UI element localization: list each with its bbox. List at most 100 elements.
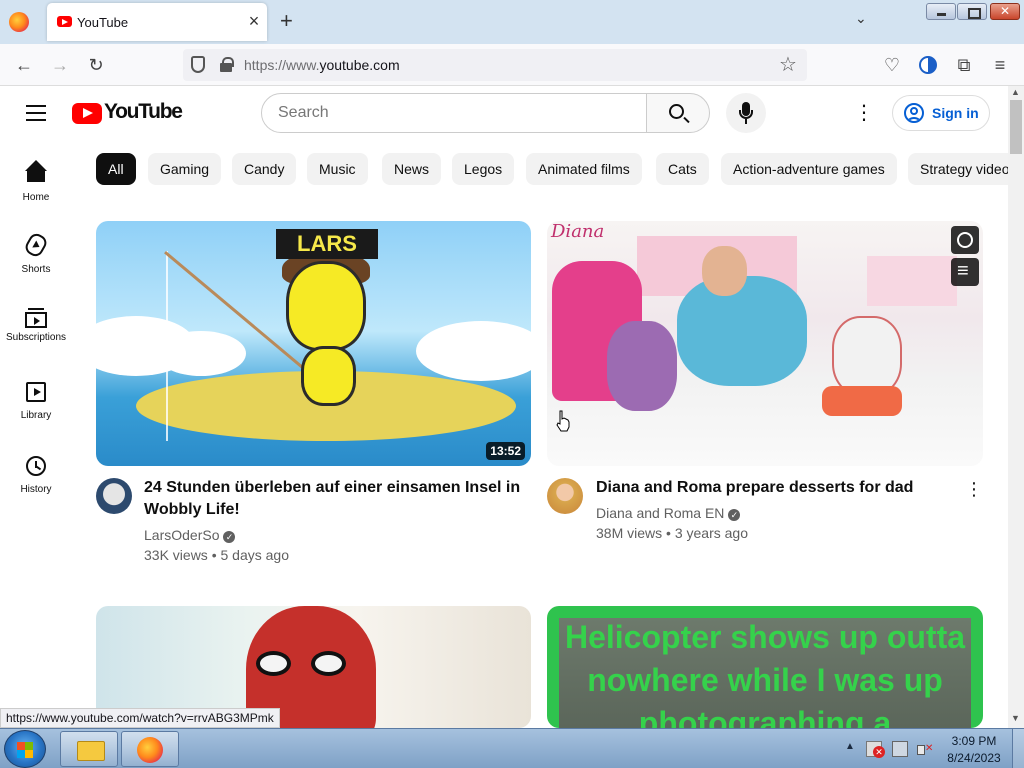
url-text[interactable]: https://www.youtube.com [244, 57, 400, 73]
search-icon [669, 104, 684, 119]
video-title[interactable]: Diana and Roma prepare desserts for dad [596, 477, 956, 499]
shorts-icon [22, 230, 50, 260]
sidebar-item-home[interactable]: Home [0, 142, 72, 216]
video-metadata: 33K views • 5 days ago [144, 547, 289, 563]
sidebar-item-label: Subscriptions [5, 332, 67, 343]
window-restore-button[interactable] [957, 3, 987, 20]
add-to-queue-icon[interactable] [951, 258, 979, 286]
channel-name-text: Diana and Roma EN [596, 505, 725, 521]
page-scrollbar[interactable]: ▲ ▼ [1008, 86, 1024, 728]
video-duration-badge: 13:52 [486, 442, 525, 460]
taskbar-firefox-button[interactable] [121, 731, 179, 767]
lock-icon[interactable] [220, 57, 234, 72]
youtube-logo-icon[interactable] [72, 103, 102, 124]
url-host: youtube.com [319, 57, 400, 73]
firefox-icon[interactable] [9, 12, 29, 32]
sidebar-item-history[interactable]: History [0, 438, 72, 512]
upload-age: 3 years ago [674, 525, 748, 541]
chip-legos[interactable]: Legos [452, 153, 515, 185]
home-icon [24, 160, 48, 184]
clock-date[interactable]: 8/24/2023 [940, 751, 1008, 765]
volume-muted-icon[interactable] [917, 741, 933, 757]
contrast-extension-icon[interactable] [916, 53, 940, 77]
filter-chip-bar: All Gaming Candy Music News Legos Animat… [96, 153, 1008, 185]
bookmark-star-icon[interactable]: ☆ [779, 52, 797, 77]
sidebar-item-library[interactable]: Library [0, 364, 72, 438]
browser-tab-bar: YouTube × + ⌄ [0, 0, 1024, 44]
address-bar[interactable]: https://www.youtube.com ☆ [183, 49, 807, 81]
tab-close-icon[interactable]: × [245, 12, 263, 30]
chip-all[interactable]: All [96, 153, 136, 185]
sidebar-item-shorts[interactable]: Shorts [0, 216, 72, 290]
sign-in-label: Sign in [932, 105, 979, 121]
taskbar-explorer-button[interactable] [60, 731, 118, 767]
start-button[interactable] [4, 730, 46, 768]
tab-title: YouTube [77, 15, 129, 30]
scrollbar-thumb[interactable] [1010, 100, 1022, 154]
forward-icon[interactable]: → [48, 53, 72, 77]
url-scheme: https://www. [244, 57, 320, 73]
tracking-protection-shield-icon[interactable] [191, 56, 205, 73]
pocket-icon[interactable]: ♡ [880, 53, 904, 77]
scroll-up-arrow-icon[interactable]: ▲ [1011, 87, 1020, 97]
video-thumbnail[interactable]: LARS 13:52 [96, 221, 531, 466]
video-action-menu-icon[interactable]: ⋮ [964, 479, 984, 500]
avatar[interactable] [547, 478, 583, 514]
show-desktop-button[interactable] [1012, 729, 1024, 768]
list-all-tabs-icon[interactable]: ⌄ [855, 10, 867, 27]
new-tab-button[interactable]: + [280, 10, 293, 32]
reload-icon[interactable]: ↻ [84, 53, 108, 77]
guide-menu-icon[interactable] [26, 105, 46, 121]
library-icon [26, 382, 46, 402]
thumbnail-text: Helicopter shows up outta nowhere while … [564, 619, 966, 728]
upload-age: 5 days ago [220, 547, 290, 563]
extensions-icon[interactable]: ⧉ [952, 53, 976, 77]
firefox-icon [137, 737, 163, 763]
scroll-down-arrow-icon[interactable]: ▼ [1011, 713, 1020, 723]
network-icon[interactable] [892, 741, 908, 757]
channel-name-text: LarsOderSo [144, 527, 220, 543]
voice-search-button[interactable] [726, 93, 766, 133]
chip-gaming[interactable]: Gaming [148, 153, 222, 185]
chip-strategy-video-games[interactable]: Strategy video games [908, 153, 1008, 185]
view-count: 38M views [596, 525, 663, 541]
chip-candy[interactable]: Candy [232, 153, 297, 185]
verified-badge-icon: ✓ [223, 531, 236, 543]
chip-cats[interactable]: Cats [656, 153, 709, 185]
video-thumbnail[interactable]: Diana [547, 221, 983, 466]
video-title[interactable]: 24 Stunden überleben auf einer einsamen … [144, 477, 524, 521]
sidebar-item-label: Home [22, 192, 50, 203]
hand-cursor-icon [556, 410, 570, 432]
window-close-button[interactable] [990, 3, 1020, 20]
chip-news[interactable]: News [382, 153, 442, 185]
channel-name[interactable]: LarsOderSo ✓ [144, 527, 236, 543]
thumbnail-text: Diana [551, 221, 605, 242]
subscriptions-icon [25, 308, 47, 328]
video-thumbnail[interactable]: Helicopter shows up outta nowhere while … [547, 606, 983, 728]
show-hidden-icons-icon[interactable]: ▲ [845, 741, 855, 752]
chip-action-adventure-games[interactable]: Action-adventure games [721, 153, 897, 185]
chip-animated-films[interactable]: Animated films [526, 153, 642, 185]
sign-in-button[interactable]: Sign in [892, 95, 990, 131]
youtube-logo-text[interactable]: YouTube [104, 100, 183, 124]
sidebar-item-label: History [20, 484, 52, 495]
history-icon [26, 456, 46, 476]
clock-time[interactable]: 3:09 PM [940, 734, 1008, 748]
watch-later-icon[interactable] [951, 226, 979, 254]
video-metadata: 38M views • 3 years ago [596, 525, 748, 541]
search-button[interactable] [646, 93, 710, 133]
youtube-header: YouTube ⋮ Sign in [0, 86, 1008, 142]
search-input[interactable] [261, 93, 647, 133]
channel-name[interactable]: Diana and Roma EN ✓ [596, 505, 741, 521]
app-menu-icon[interactable]: ≡ [988, 53, 1012, 77]
action-center-flag-icon[interactable] [866, 741, 885, 758]
sidebar-item-subscriptions[interactable]: Subscriptions [0, 290, 72, 364]
browser-nav-bar: ← → ↻ https://www.youtube.com ☆ ♡ ⧉ ≡ [0, 44, 1024, 86]
window-minimize-button[interactable] [926, 3, 956, 20]
settings-more-icon[interactable]: ⋮ [854, 99, 874, 127]
chip-music[interactable]: Music [307, 153, 368, 185]
avatar[interactable] [96, 478, 132, 514]
sidebar-item-label: Library [20, 410, 52, 421]
back-icon[interactable]: ← [12, 53, 36, 77]
tab-youtube[interactable]: YouTube × [47, 3, 267, 41]
